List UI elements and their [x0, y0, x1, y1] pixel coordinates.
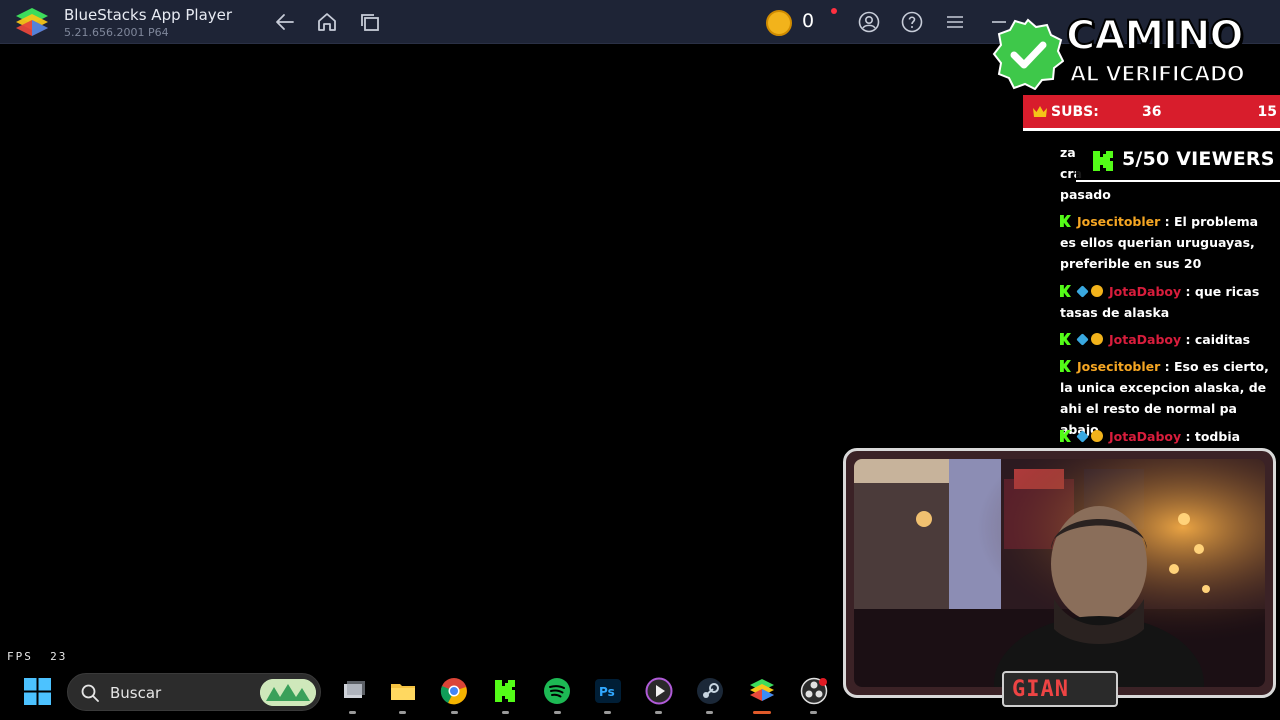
photoshop-indicator [604, 711, 611, 714]
file-explorer-icon[interactable] [389, 677, 417, 705]
subscriber-badge-icon [1076, 333, 1089, 346]
viewers-counter: 5/50 VIEWERS [1076, 138, 1280, 182]
search-placeholder: Buscar [110, 684, 162, 702]
kick-badge-icon [1060, 360, 1071, 372]
home-icon[interactable] [316, 11, 338, 33]
verified-badge-icon [992, 18, 1064, 90]
bluestacks-active-indicator [753, 711, 771, 714]
coin-badge-icon [1091, 285, 1103, 297]
back-icon[interactable] [274, 11, 296, 33]
kick-app-icon[interactable] [492, 677, 520, 705]
media-player-indicator [655, 711, 662, 714]
viewers-text: 5/50 VIEWERS [1122, 148, 1275, 170]
obs-icon[interactable] [800, 677, 828, 705]
streamer-name: GIAN [1012, 677, 1069, 702]
search-highlight-icon [260, 679, 316, 706]
photoshop-icon[interactable]: Ps [594, 677, 622, 705]
fps-value: 23 [50, 650, 68, 663]
coin-badge-icon [1091, 333, 1103, 345]
webcam-frame [843, 448, 1276, 698]
chrome-indicator [451, 711, 458, 714]
subscriber-badge-icon [1076, 285, 1089, 298]
bluestacks-taskbar-icon[interactable] [748, 677, 776, 705]
kick-badge-icon [1060, 430, 1071, 442]
steam-icon[interactable] [696, 677, 724, 705]
chat-message: JotaDaboy : caiditas [1060, 329, 1278, 350]
chat-panel: za cra pasado Josecitobler : El problema… [1056, 142, 1280, 452]
chat-username: Josecitobler [1077, 359, 1161, 374]
obs-indicator [810, 711, 817, 714]
kick-badge-icon [1060, 215, 1071, 227]
subscriber-badge-icon [1076, 430, 1089, 443]
fps-counter: FPS 23 [7, 650, 67, 663]
crown-icon [1033, 106, 1047, 117]
kick-logo-icon [1093, 151, 1113, 171]
chat-message: JotaDaboy : que ricas tasas de alaska [1060, 281, 1278, 323]
help-icon[interactable] [901, 11, 923, 33]
kick-app-indicator [502, 711, 509, 714]
chat-text: : caiditas [1185, 332, 1251, 347]
subs-label: SUBS: [1051, 104, 1099, 120]
task-view-indicator [349, 711, 356, 714]
taskbar-search[interactable]: Buscar [67, 673, 321, 711]
media-player-icon[interactable] [645, 677, 673, 705]
account-icon[interactable] [858, 11, 880, 33]
file-explorer-indicator [399, 711, 406, 714]
webcam-scene-image [854, 459, 1265, 687]
chat-message: Josecitobler : El problema es ellos quer… [1060, 211, 1278, 274]
chat-username: JotaDaboy [1109, 332, 1182, 347]
chat-username: JotaDaboy [1109, 429, 1182, 444]
notification-dot [831, 8, 837, 14]
subs-current: 36 [1142, 104, 1162, 120]
search-icon [81, 684, 99, 702]
kick-badge-icon [1060, 285, 1071, 297]
fps-label: FPS [7, 650, 33, 663]
menu-icon[interactable] [944, 11, 966, 33]
windows-start-icon[interactable] [24, 678, 51, 705]
overlay-subtitle: AL VERIFICADO [1069, 61, 1245, 87]
chat-username: JotaDaboy [1109, 284, 1182, 299]
coin-badge-icon [1091, 430, 1103, 442]
chat-username: Josecitobler [1077, 214, 1161, 229]
app-version: 5.21.656.2001 P64 [64, 26, 169, 39]
svg-text:Ps: Ps [599, 685, 615, 699]
chat-message-partial: pasado [1060, 187, 1111, 202]
subs-goal: 15 [1257, 104, 1277, 120]
app-title: BlueStacks App Player [64, 6, 233, 24]
steam-indicator [706, 711, 713, 714]
subs-goal-bar: SUBS: 36 15 [1023, 95, 1280, 131]
spotify-icon[interactable] [543, 677, 571, 705]
coin-count: 0 [802, 10, 815, 32]
recent-apps-icon[interactable] [359, 11, 381, 33]
coin-icon[interactable] [766, 10, 792, 36]
chrome-icon[interactable] [440, 677, 468, 705]
kick-badge-icon [1060, 333, 1071, 345]
spotify-indicator [554, 711, 561, 714]
streamer-name-plate: GIAN [1002, 671, 1118, 707]
webcam-feed [854, 459, 1265, 687]
task-view-icon[interactable] [339, 677, 367, 705]
bluestacks-logo-icon [16, 8, 48, 36]
overlay-title: CAMINO [1065, 12, 1244, 60]
screen: { "window": { "title": "BlueStacks App P… [0, 0, 1280, 720]
